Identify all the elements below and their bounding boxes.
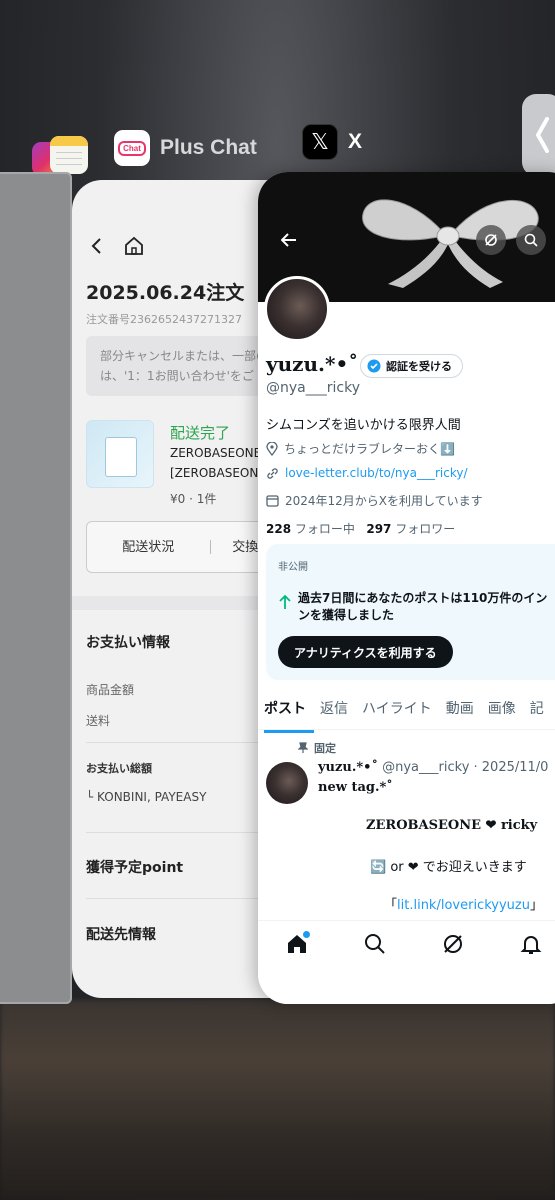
analytics-card: 非公開 過去7日間にあなたのポストは110万件のイン ンを獲得しました アナリテ… — [266, 544, 555, 680]
pinned-indicator: 固定 — [298, 740, 336, 756]
payment-info-heading: お支払い情報 — [86, 635, 170, 651]
notification-dot — [303, 931, 310, 938]
link-url[interactable]: love-letter.club/to/nya___ricky/ — [285, 466, 468, 480]
x-logo-icon: 𝕏 — [302, 124, 338, 160]
arrow-up-icon — [279, 594, 291, 609]
order-title: 2025.06.24注文 — [86, 282, 245, 304]
shipping-info-heading: 配送先情報 — [86, 927, 156, 943]
next-app-card-edge[interactable] — [522, 94, 555, 176]
location-pin-icon — [266, 441, 278, 456]
payment-method: └ KONBINI, PAYEASY — [86, 790, 207, 804]
post-text-line: new tag.*˚ — [318, 780, 393, 795]
home-icon[interactable] — [124, 236, 144, 256]
profile-location: ちょっとだけラブレターおく⬇️ — [266, 440, 455, 457]
points-heading: 獲得予定point — [86, 860, 184, 876]
shop-nav — [90, 236, 144, 256]
post-header: yuzu.*•˚ @nya___ricky · 2025/11/0 — [318, 760, 548, 775]
back-arrow-icon[interactable] — [274, 225, 304, 255]
plus-chat-icon: Chat — [114, 130, 150, 166]
followers-count[interactable]: 297 — [366, 522, 391, 536]
analytics-stat-line: ンを獲得しました — [298, 608, 395, 622]
post-text-line: 🔄 or ❤ でお迎えいきます — [370, 860, 527, 875]
pinned-label: 固定 — [314, 742, 336, 755]
x-app-header[interactable]: 𝕏 X — [302, 124, 362, 160]
item-amount-label: 商品金額 — [86, 683, 135, 697]
pin-icon — [298, 742, 308, 753]
profile-bio: シムコンズを追いかける限界人間 — [266, 418, 461, 433]
grok-icon — [444, 935, 462, 953]
shipping-fee-label: 送料 — [86, 714, 111, 728]
post-meta: @nya___ricky · 2025/11/0 — [382, 760, 549, 775]
tab-posts[interactable]: ポスト — [264, 694, 314, 733]
x-app-title: X — [348, 130, 363, 153]
following-count[interactable]: 228 — [266, 522, 291, 536]
product-price: ¥0 · 1件 — [170, 492, 217, 506]
tab-images[interactable]: 画像 — [488, 694, 524, 733]
app-card-gray[interactable] — [0, 172, 72, 1004]
user-handle: @nya___ricky — [266, 380, 360, 396]
home-screen-blur — [0, 1000, 555, 1200]
analytics-stat-line: 過去7日間にあなたのポストは110万件のイン — [298, 591, 548, 605]
delivery-status-button[interactable]: 配送状況 — [87, 539, 210, 556]
product-thumbnail[interactable] — [86, 420, 154, 488]
post-text-line: ZEROBASEONE ❤ ricky — [366, 818, 538, 833]
use-analytics-button[interactable]: アナリティクスを利用する — [278, 636, 453, 668]
total-payment-label: お支払い総額 — [86, 762, 152, 775]
bracket: 「 — [384, 898, 398, 913]
x-app-card[interactable]: yuzu.*•˚ 認証を受ける @nya___ricky シムコンズを追いかける… — [258, 172, 555, 1004]
bottom-nav — [258, 920, 555, 1004]
nav-notifications[interactable] — [492, 933, 555, 955]
joined-text: 2024年12月からXを利用しています — [285, 494, 483, 508]
location-text: ちょっとだけラブレターおく⬇️ — [284, 442, 455, 456]
post-link-line: 「lit.link/loverickyyuzu」 — [384, 894, 543, 913]
post-avatar[interactable] — [266, 762, 308, 804]
tab-videos[interactable]: 動画 — [446, 694, 482, 733]
tab-highlights[interactable]: ハイライト — [362, 694, 440, 733]
profile-tabs: ポスト 返信 ハイライト 動画 画像 記 — [264, 694, 555, 733]
bracket: 」 — [529, 898, 543, 913]
tab-replies[interactable]: 返信 — [320, 694, 356, 733]
following-label[interactable]: フォロー中 — [295, 522, 355, 536]
product-name: ZEROBASEONE — [170, 446, 262, 460]
tabs-underline — [258, 729, 555, 730]
notes-app-icon[interactable] — [50, 136, 88, 174]
delivery-status: 配送完了 — [170, 424, 231, 442]
nav-search[interactable] — [336, 933, 414, 955]
verify-label: 認証を受ける — [386, 360, 452, 373]
verified-badge-icon — [367, 359, 381, 373]
back-icon[interactable] — [90, 237, 102, 255]
follow-stats: 228 フォロー中 297 フォロワー — [266, 520, 455, 537]
plus-chat-app-header[interactable]: Chat Plus Chat — [114, 130, 257, 166]
search-icon — [365, 934, 385, 954]
bell-icon — [520, 936, 542, 954]
plus-chat-app-title: Plus Chat — [160, 136, 257, 159]
nav-home[interactable] — [258, 931, 336, 955]
grok-icon[interactable] — [476, 225, 506, 255]
tab-articles[interactable]: 記 — [530, 694, 552, 733]
followers-label[interactable]: フォロワー — [395, 522, 455, 536]
search-icon[interactable] — [516, 225, 546, 255]
link-icon — [267, 467, 278, 479]
order-number: 注文番号2362652437271327 — [86, 313, 242, 326]
analytics-stat: 過去7日間にあなたのポストは110万件のイン ンを獲得しました — [278, 590, 547, 624]
display-name: yuzu.*•˚ — [266, 352, 359, 376]
nav-grok[interactable] — [414, 933, 492, 955]
product-name-line2: [ZEROBASEONE — [170, 466, 266, 480]
post-author[interactable]: yuzu.*•˚ — [318, 760, 378, 775]
profile-link[interactable]: love-letter.club/to/nya___ricky/ — [266, 466, 468, 480]
profile-joined: 2024年12月からXを利用しています — [266, 492, 483, 509]
calendar-icon — [266, 495, 279, 507]
post-link[interactable]: lit.link/loverickyyuzu — [397, 898, 530, 913]
get-verified-button[interactable]: 認証を受ける — [360, 354, 463, 378]
profile-avatar[interactable] — [264, 276, 330, 342]
private-label: 非公開 — [278, 562, 308, 573]
